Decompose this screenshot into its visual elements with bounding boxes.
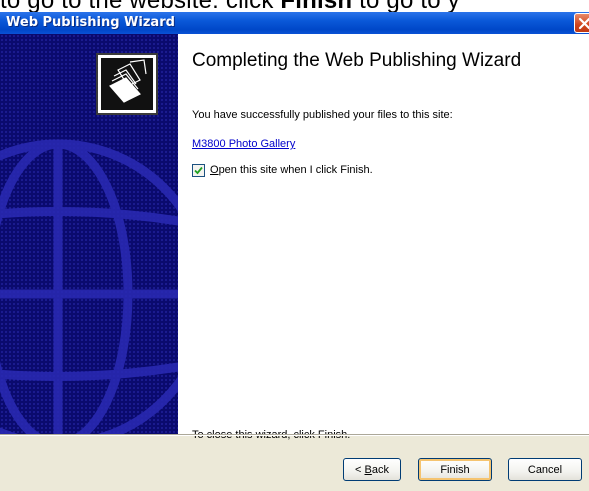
open-site-checkbox[interactable] <box>192 163 205 177</box>
title-bar[interactable]: Web Publishing Wizard <box>0 12 589 34</box>
wizard-content: Completing the Web Publishing Wizard You… <box>178 34 589 441</box>
checkmark-icon <box>194 166 203 174</box>
back-button[interactable]: < Back <box>343 458 401 481</box>
button-separator <box>0 434 589 436</box>
open-site-option[interactable]: Open this site when I click Finish. <box>192 163 373 177</box>
web-publishing-icon <box>96 53 158 115</box>
wizard-window: Web Publishing Wizard Completing the Web… <box>0 12 589 491</box>
wizard-heading: Completing the Web Publishing Wizard <box>192 50 522 71</box>
close-button[interactable] <box>574 13 589 33</box>
open-site-checkbox-label[interactable]: Open this site when I click Finish. <box>210 164 373 176</box>
cancel-button[interactable]: Cancel <box>508 458 582 481</box>
finish-button[interactable]: Finish <box>418 458 492 481</box>
close-icon <box>578 17 589 30</box>
site-link[interactable]: M3800 Photo Gallery <box>192 138 295 150</box>
success-message: You have successfully published your fil… <box>192 109 453 121</box>
window-title: Web Publishing Wizard <box>6 15 175 30</box>
globe-icon <box>0 53 178 434</box>
wizard-side-panel <box>0 34 178 434</box>
